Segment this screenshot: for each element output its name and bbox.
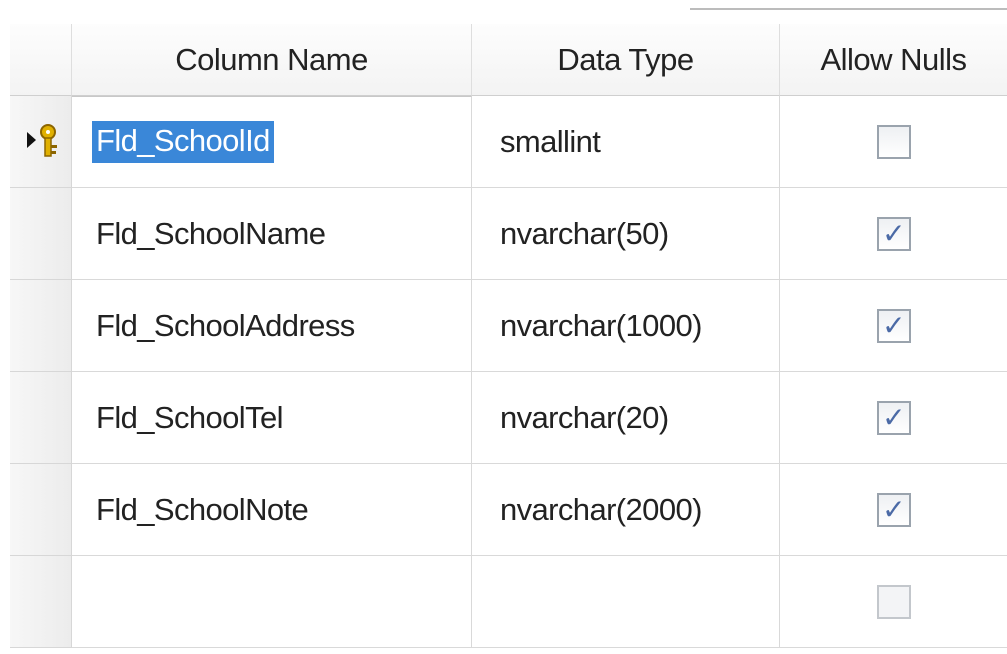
allow-nulls-cell [780,556,1007,648]
data-type-cell[interactable]: nvarchar(2000) [472,464,780,556]
data-type-cell[interactable] [472,556,780,648]
allow-nulls-header[interactable]: Allow Nulls [780,24,1007,96]
column-name-value[interactable]: Fld_SchoolId [92,121,274,163]
table-designer: Column Name Data Type Allow Nulls Fld_Sc… [0,0,1007,654]
allow-nulls-checkbox[interactable]: ✓ [876,308,911,343]
allow-nulls-checkbox[interactable] [876,124,911,159]
checkmark-icon: ✓ [882,400,905,434]
data-type-header[interactable]: Data Type [472,24,780,96]
allow-nulls-cell: ✓ [780,188,1007,280]
data-type-cell[interactable]: smallint [472,96,780,188]
allow-nulls-cell: ✓ [780,464,1007,556]
table-row[interactable]: Fld_SchoolTel nvarchar(20) ✓ [10,372,1007,464]
column-name-cell[interactable]: Fld_SchoolName [72,188,472,280]
checkmark-icon: ✓ [882,308,905,342]
column-name-cell[interactable]: Fld_SchoolTel [72,372,472,464]
table-row[interactable]: Fld_SchoolNote nvarchar(2000) ✓ [10,464,1007,556]
allow-nulls-checkbox[interactable]: ✓ [876,400,911,435]
row-selector[interactable] [10,556,72,648]
column-name-cell[interactable]: Fld_SchoolAddress [72,280,472,372]
row-selector[interactable] [10,464,72,556]
checkmark-icon: ✓ [882,492,905,526]
row-selector[interactable] [10,372,72,464]
column-grid: Column Name Data Type Allow Nulls Fld_Sc… [10,24,1007,648]
data-type-cell[interactable]: nvarchar(20) [472,372,780,464]
allow-nulls-checkbox[interactable]: ✓ [876,216,911,251]
allow-nulls-cell [780,96,1007,188]
row-selector[interactable] [10,188,72,280]
data-type-cell[interactable]: nvarchar(50) [472,188,780,280]
primary-key-row-icon [27,124,57,157]
row-selector[interactable] [10,280,72,372]
table-row[interactable]: Fld_SchoolId smallint [10,96,1007,188]
column-name-header[interactable]: Column Name [72,24,472,96]
header-corner [10,24,72,96]
column-name-cell[interactable]: Fld_SchoolId [72,96,472,188]
allow-nulls-cell: ✓ [780,280,1007,372]
allow-nulls-checkbox[interactable]: ✓ [876,492,911,527]
allow-nulls-checkbox[interactable] [876,584,911,619]
column-name-cell[interactable]: Fld_SchoolNote [72,464,472,556]
row-selector[interactable] [10,96,72,188]
new-row[interactable] [10,556,1007,648]
checkmark-icon: ✓ [882,216,905,250]
table-row[interactable]: Fld_SchoolName nvarchar(50) ✓ [10,188,1007,280]
column-name-cell[interactable] [72,556,472,648]
top-divider [690,8,1007,10]
allow-nulls-cell: ✓ [780,372,1007,464]
table-row[interactable]: Fld_SchoolAddress nvarchar(1000) ✓ [10,280,1007,372]
data-type-cell[interactable]: nvarchar(1000) [472,280,780,372]
